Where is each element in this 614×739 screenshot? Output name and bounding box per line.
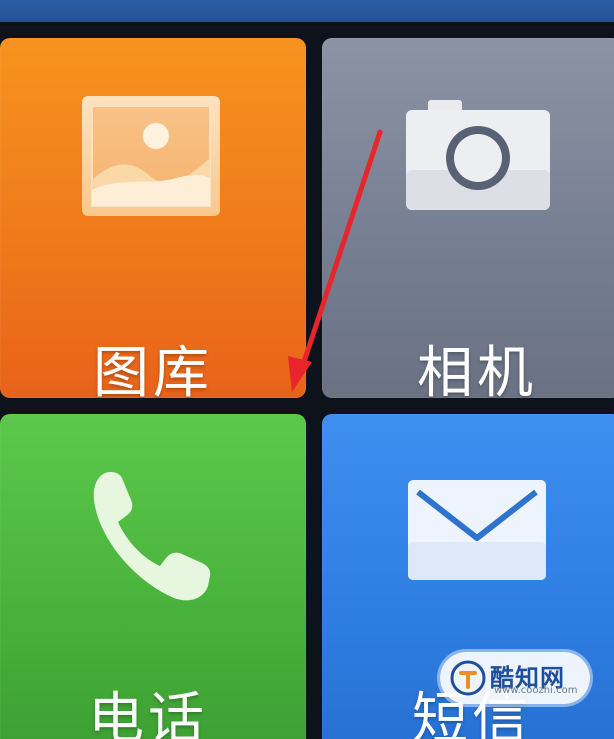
phone-tile[interactable]: 电话 bbox=[0, 414, 306, 739]
camera-icon bbox=[406, 100, 550, 210]
camera-tile[interactable]: 相机 bbox=[322, 38, 614, 398]
home-screen: 图库 相机 电话 短信 酷知网 www.coozhi.com bbox=[0, 0, 614, 739]
camera-label: 相机 bbox=[417, 341, 537, 398]
image-icon bbox=[82, 96, 220, 216]
gallery-tile[interactable]: 图库 bbox=[0, 38, 306, 398]
watermark-logo: 酷知网 www.coozhi.com bbox=[440, 652, 590, 704]
top-tile-edge bbox=[0, 0, 614, 25]
gallery-label: 图库 bbox=[93, 341, 213, 398]
watermark-icon bbox=[450, 660, 486, 696]
phone-label: 电话 bbox=[88, 687, 208, 739]
phone-icon bbox=[93, 472, 211, 601]
envelope-icon bbox=[408, 480, 546, 580]
watermark-url: www.coozhi.com bbox=[494, 685, 578, 696]
